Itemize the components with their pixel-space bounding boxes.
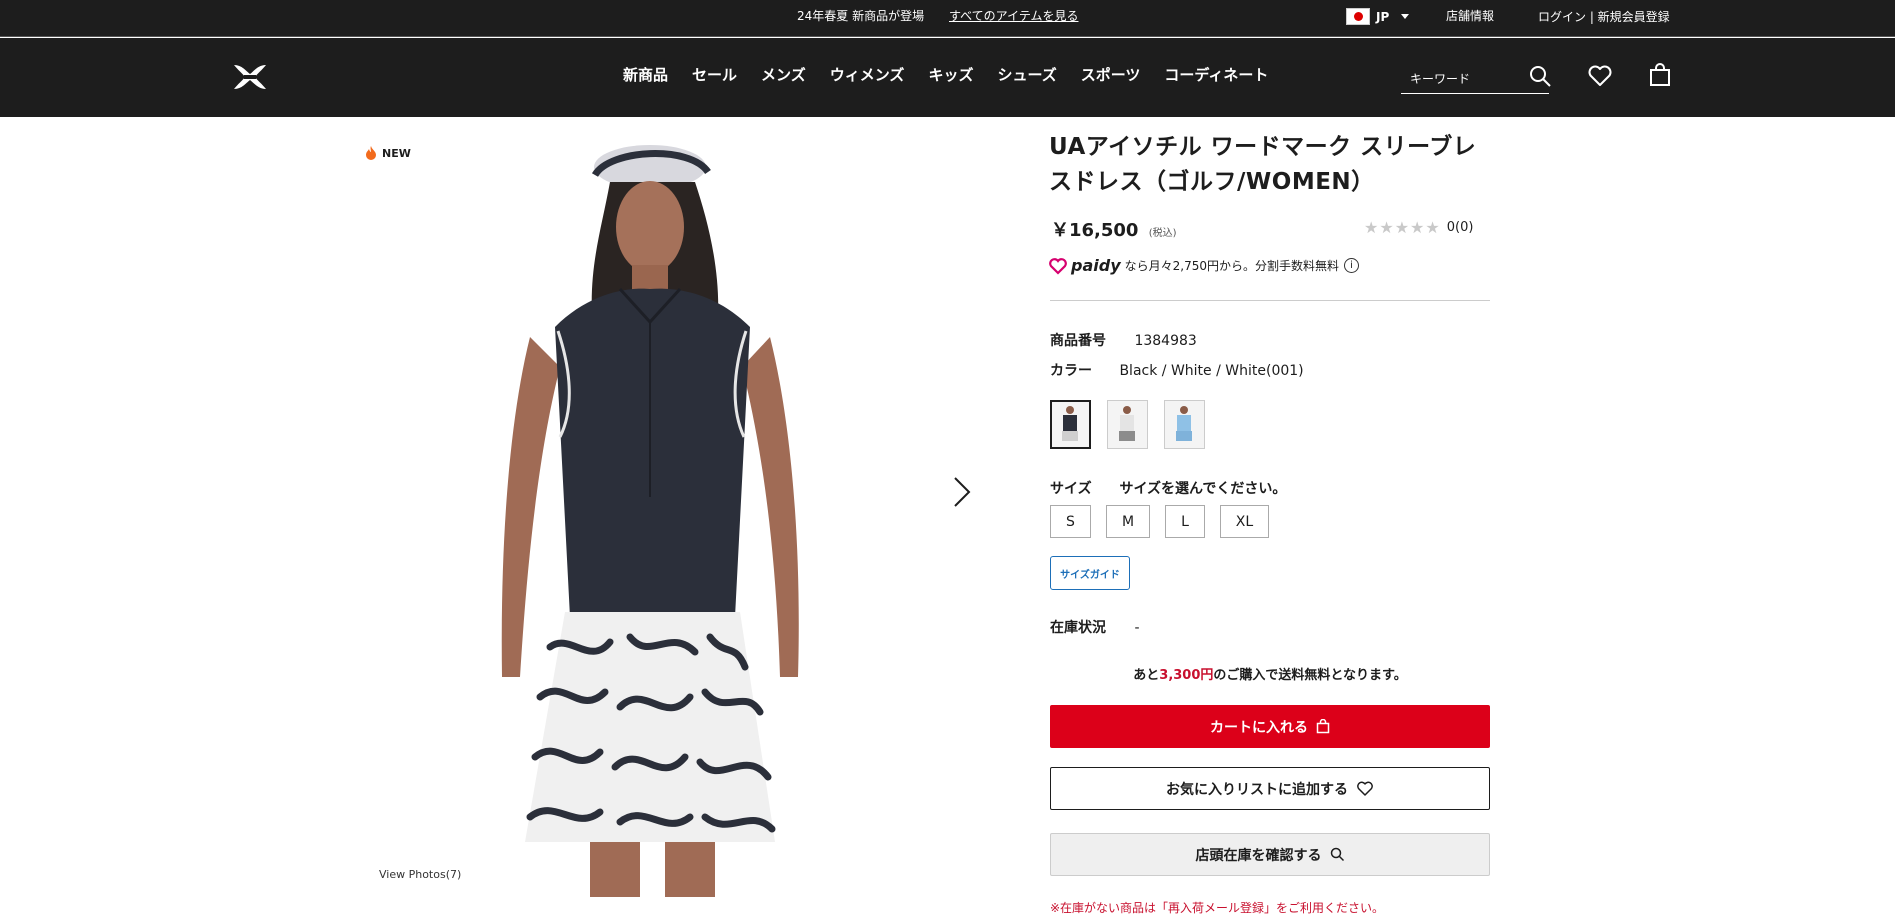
- shipping-amount: 3,300円: [1159, 668, 1214, 683]
- swatch-black[interactable]: [1050, 400, 1091, 449]
- nav-item-new[interactable]: 新商品: [623, 64, 668, 85]
- shopping-bag-icon[interactable]: [1649, 63, 1671, 87]
- swatch-white-image: [1119, 406, 1135, 441]
- size-guide-button[interactable]: サイズガイド: [1050, 556, 1130, 590]
- search-icon[interactable]: [1528, 64, 1552, 88]
- nav-item-coordinate[interactable]: コーディネート: [1164, 64, 1268, 85]
- view-all-items-link[interactable]: すべてのアイテムを見る: [949, 7, 1078, 24]
- swatch-white[interactable]: [1107, 400, 1148, 449]
- product-photo[interactable]: [480, 117, 830, 897]
- info-icon[interactable]: i: [1343, 258, 1359, 273]
- new-badge-label: NEW: [382, 146, 411, 160]
- add-to-favorites-button[interactable]: お気に入りリストに追加する: [1050, 767, 1490, 810]
- check-store-stock-label: 店頭在庫を確認する: [1195, 847, 1322, 864]
- japan-flag-icon: [1346, 8, 1370, 25]
- item-number-row: 商品番号 1384983: [1050, 330, 1197, 350]
- size-label: サイズ: [1050, 481, 1092, 497]
- next-image-arrow-icon[interactable]: [952, 475, 972, 509]
- color-row: カラー Black / White / White(001): [1050, 360, 1304, 380]
- search-icon: [1330, 847, 1344, 862]
- shipping-prefix: あと: [1133, 668, 1160, 683]
- tax-note: (税込): [1148, 228, 1177, 239]
- view-photos-link[interactable]: View Photos(7): [379, 868, 461, 881]
- swatch-blue-image: [1176, 406, 1192, 441]
- add-to-cart-button[interactable]: カートに入れる: [1050, 705, 1490, 748]
- heart-icon: [1357, 781, 1373, 796]
- item-number-label: 商品番号: [1050, 333, 1106, 349]
- check-store-stock-button[interactable]: 店頭在庫を確認する: [1050, 833, 1490, 876]
- nav-item-kids[interactable]: キッズ: [928, 64, 973, 85]
- restock-notice: ※在庫がない商品は「再入荷メール登録」をご利用ください。: [1050, 901, 1385, 915]
- shopping-bag-icon: [1316, 719, 1330, 734]
- flame-icon: [366, 146, 376, 160]
- paidy-text: なら月々2,750円から。分割手数料無料: [1124, 259, 1339, 273]
- add-to-cart-label: カートに入れる: [1210, 719, 1308, 736]
- rating[interactable]: ★★★★★ 0 (0): [1364, 218, 1473, 237]
- size-option-xl[interactable]: XL: [1220, 505, 1269, 538]
- login-register-link[interactable]: ログイン | 新規会員登録: [1538, 8, 1670, 25]
- product-price: ￥16,500 (税込): [1051, 216, 1177, 242]
- promo-message: 24年春夏 新商品が登場: [797, 9, 925, 23]
- paidy-logo: paidy: [1049, 256, 1121, 275]
- new-badge: NEW: [364, 145, 411, 161]
- country-selector[interactable]: JP: [1346, 8, 1410, 25]
- swatch-blue[interactable]: [1164, 400, 1205, 449]
- paidy-brand: paidy: [1071, 256, 1121, 275]
- under-armour-logo[interactable]: [228, 62, 272, 92]
- stock-row: 在庫状況 -: [1050, 617, 1140, 637]
- paidy-installment: paidy なら月々2,750円から。分割手数料無料 i: [1049, 256, 1359, 275]
- nav-item-shoes[interactable]: シューズ: [997, 64, 1056, 85]
- review-count: (0): [1455, 220, 1474, 235]
- divider: [1050, 300, 1490, 301]
- search-box: [1401, 60, 1549, 94]
- promo-bar: 24年春夏 新商品が登場 すべてのアイテムを見る JP 店舗情報 ログイン | …: [0, 0, 1895, 37]
- price-value: ￥16,500: [1051, 220, 1139, 241]
- country-code: JP: [1376, 9, 1390, 24]
- main-nav: 新商品 セール メンズ ウィメンズ キッズ シューズ スポーツ コーディネート: [623, 64, 1292, 85]
- size-option-l[interactable]: L: [1165, 505, 1205, 538]
- size-row: サイズ サイズを選んでください。: [1050, 478, 1286, 498]
- nav-item-sports[interactable]: スポーツ: [1081, 64, 1141, 85]
- paidy-heart-icon: [1049, 257, 1067, 275]
- color-value: Black / White / White(001): [1119, 363, 1304, 379]
- swatch-black-image: [1062, 406, 1078, 441]
- product-title: UAアイソチル ワードマーク スリーブレスドレス（ゴルフ/WOMEN）: [1049, 134, 1477, 195]
- stock-label: 在庫状況: [1050, 620, 1106, 636]
- color-swatches: [1050, 400, 1205, 449]
- heart-icon[interactable]: [1587, 64, 1613, 88]
- nav-item-mens[interactable]: メンズ: [761, 64, 806, 85]
- free-shipping-message: あと3,300円のご購入で送料無料となります。: [1050, 664, 1490, 683]
- size-option-m[interactable]: M: [1106, 505, 1150, 538]
- search-input[interactable]: [1410, 72, 1520, 86]
- size-prompt: サイズを選んでください。: [1119, 481, 1287, 497]
- size-options: S M L XL: [1050, 505, 1269, 538]
- add-to-favorites-label: お気に入りリストに追加する: [1166, 781, 1348, 798]
- size-option-s[interactable]: S: [1050, 505, 1091, 538]
- store-info-link[interactable]: 店舗情報: [1446, 7, 1494, 24]
- nav-item-sale[interactable]: セール: [692, 64, 737, 85]
- item-number-value: 1384983: [1134, 333, 1197, 349]
- rating-value: 0: [1446, 220, 1455, 235]
- nav-item-womens[interactable]: ウィメンズ: [830, 64, 905, 85]
- star-rating-icon: ★★★★★: [1364, 218, 1441, 237]
- chevron-down-icon: [1401, 14, 1410, 19]
- stock-value: -: [1134, 620, 1140, 636]
- shipping-suffix: のご購入で送料無料となります。: [1213, 668, 1407, 683]
- main-header: 新商品 セール メンズ ウィメンズ キッズ シューズ スポーツ コーディネート: [0, 38, 1895, 117]
- color-label: カラー: [1050, 363, 1092, 379]
